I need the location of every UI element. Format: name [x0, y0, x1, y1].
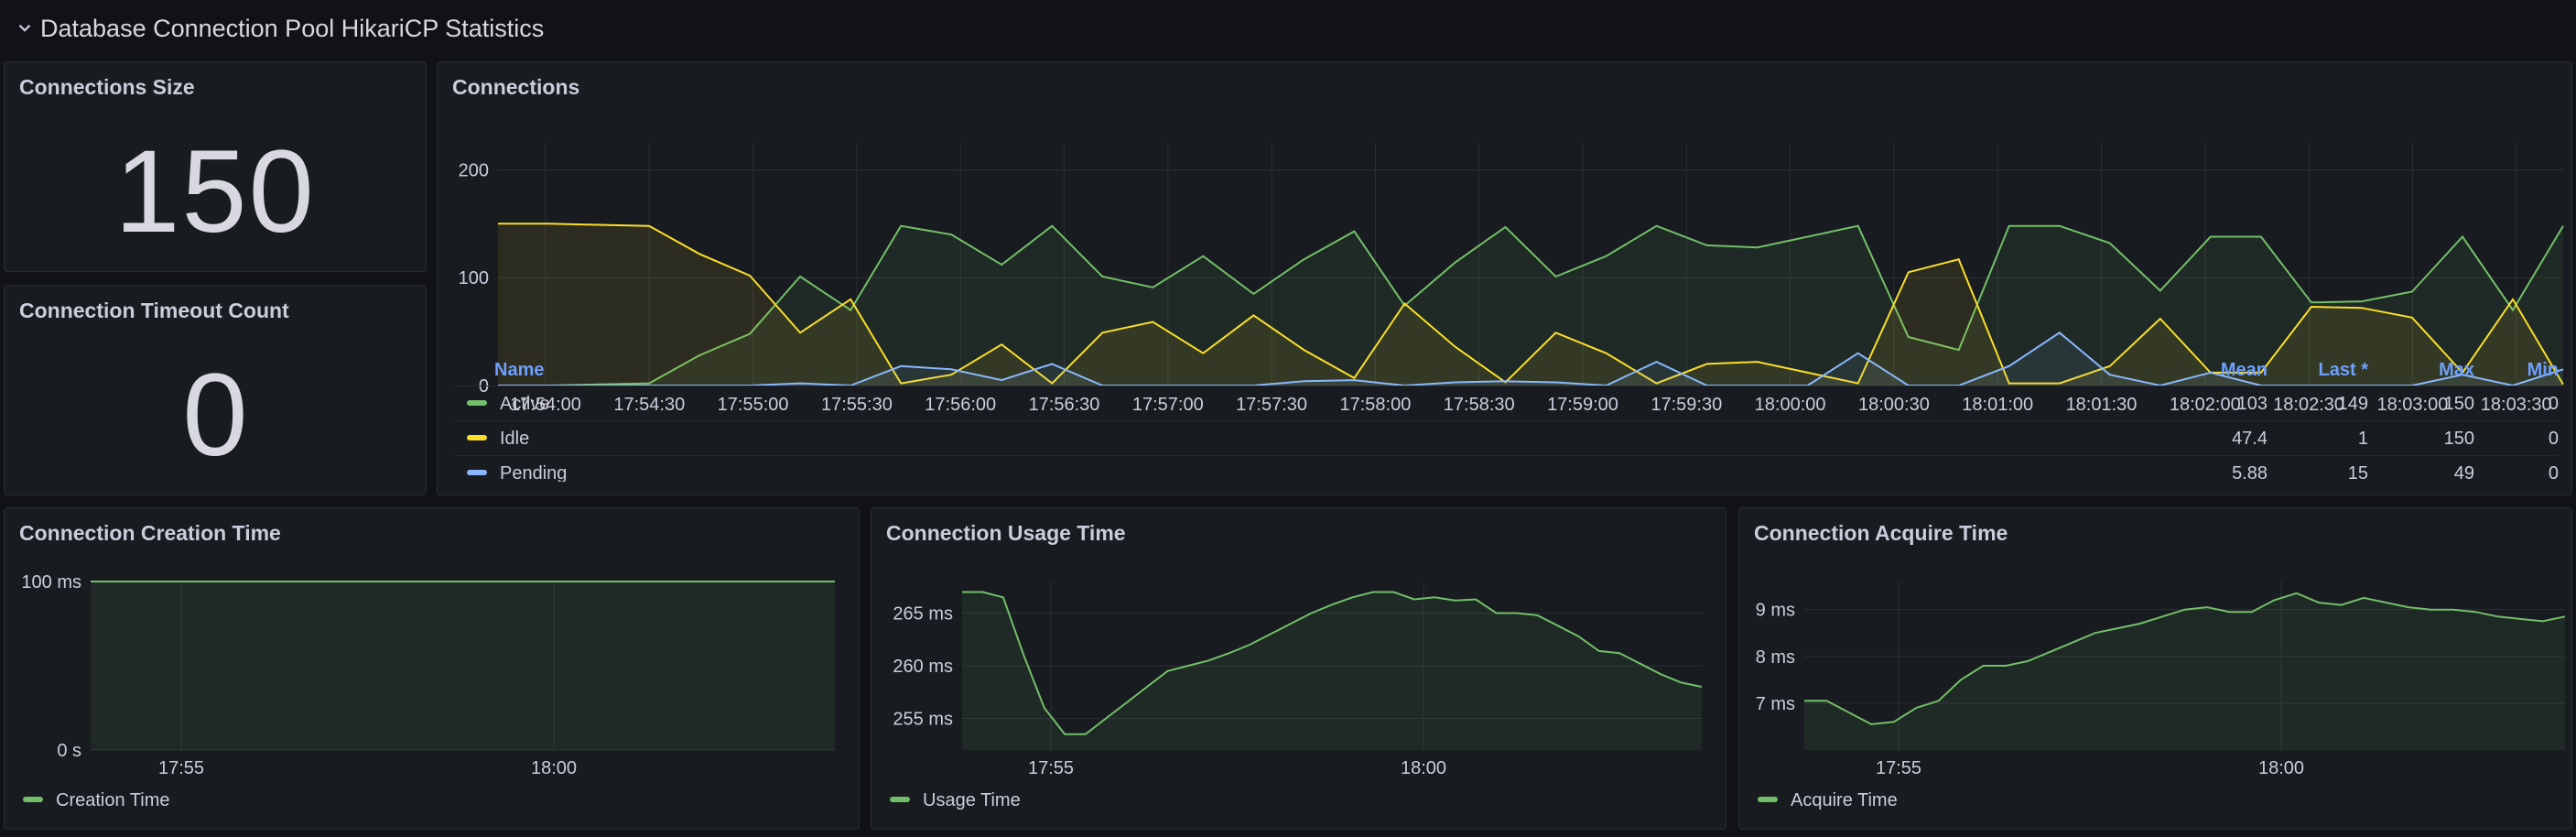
x-tick-label: 18:00	[1401, 758, 1446, 778]
y-tick-label: 100	[459, 268, 489, 288]
legend-row-active[interactable]: Active 103 149 150 0	[454, 386, 2559, 420]
timeout-count-panel[interactable]: Connection Timeout Count 0	[4, 285, 427, 495]
legend-mean: 103	[2236, 394, 2268, 414]
x-tick-label: 17:55	[1028, 758, 1074, 778]
legend-row-pending[interactable]: Pending 5.88 15 49 0	[454, 455, 2559, 482]
creation-time-chart: 0 s 100 ms 17:55 18:00	[21, 572, 835, 778]
legend-last: 1	[2357, 429, 2368, 449]
legend-header-max[interactable]: Max	[2439, 360, 2474, 381]
legend-max: 49	[2453, 463, 2474, 482]
y-tick-label: 200	[459, 160, 489, 180]
legend-min: 0	[2548, 429, 2559, 449]
legend-header-last[interactable]: Last *	[2319, 360, 2368, 381]
series-color-swatch	[1758, 796, 1778, 802]
stat-value: 150	[114, 126, 316, 257]
y-tick-label: 9 ms	[1756, 601, 1795, 621]
series-name: Acquire Time	[1791, 790, 1898, 810]
legend-header-mean[interactable]: Mean	[2221, 360, 2268, 381]
series-name: Usage Time	[923, 790, 1021, 810]
y-tick-label: 255 ms	[893, 710, 953, 730]
stat-value: 0	[182, 350, 248, 481]
panel-title: Connections Size	[19, 75, 195, 99]
series-area	[1804, 592, 2565, 750]
series-name: Active	[500, 394, 550, 414]
series-color-swatch	[890, 796, 910, 802]
x-tick-label: 18:00	[531, 758, 577, 778]
series-color-swatch	[467, 399, 487, 406]
legend-item[interactable]: Creation Time	[23, 790, 170, 811]
legend-min: 0	[2548, 394, 2559, 414]
legend-header-min[interactable]: Min	[2527, 360, 2559, 381]
x-tick-label: 18:00	[2258, 758, 2304, 778]
y-tick-label: 100 ms	[21, 572, 81, 592]
legend-row-idle[interactable]: Idle 47.4 1 150 0	[454, 420, 2559, 455]
series-name: Creation Time	[56, 790, 170, 810]
series-color-swatch	[467, 434, 487, 440]
legend-item[interactable]: Acquire Time	[1758, 790, 1898, 811]
usage-time-chart: 255 ms 260 ms 265 ms 17:55 18:00	[893, 582, 1703, 778]
legend-last: 149	[2337, 394, 2368, 414]
legend-max: 150	[2443, 429, 2474, 449]
series-color-swatch	[467, 469, 487, 475]
x-tick-label: 17:55	[158, 758, 204, 778]
legend-last: 15	[2347, 463, 2368, 482]
y-tick-label: 260 ms	[893, 657, 953, 677]
series-color-swatch	[23, 796, 43, 802]
panel-title: Connections	[452, 75, 580, 99]
acquire-time-panel[interactable]: Connection Acquire Time 7 ms 8 ms 9 ms 17:5…	[1738, 507, 2572, 830]
y-tick-label: 8 ms	[1756, 647, 1795, 668]
y-tick-label: 0 s	[57, 741, 81, 761]
series-area	[962, 592, 1702, 750]
chevron-down-icon[interactable]	[15, 18, 35, 38]
creation-time-panel[interactable]: Connection Creation Time 0 s 100 ms 17:55 1…	[4, 507, 860, 830]
row-title: Database Connection Pool HikariCP Statis…	[40, 14, 545, 42]
connections-size-panel[interactable]: Connections Size 150	[4, 61, 427, 272]
panel-title: Connection Timeout Count	[19, 299, 289, 322]
legend-min: 0	[2548, 463, 2559, 482]
legend-mean: 47.4	[2232, 429, 2268, 449]
legend-header: Name Mean Last * Max Min	[454, 358, 2559, 386]
connections-panel[interactable]: Connections 0 100 200 17:54:00 17:54:30 17:55…	[437, 61, 2572, 495]
row-header[interactable]: Database Connection Pool HikariCP Statis…	[0, 0, 2576, 57]
legend-mean: 5.88	[2232, 463, 2268, 482]
series-name: Idle	[500, 429, 530, 449]
legend-table: Name Mean Last * Max Min Active 103 149 …	[454, 358, 2559, 482]
legend-header-name[interactable]: Name	[494, 360, 544, 381]
y-tick-label: 265 ms	[893, 604, 953, 625]
acquire-time-chart: 7 ms 8 ms 9 ms 17:55 18:00	[1756, 582, 2566, 778]
legend-item[interactable]: Usage Time	[890, 790, 1021, 811]
x-tick-label: 17:55	[1876, 758, 1921, 778]
legend-max: 150	[2443, 394, 2474, 414]
y-tick-label: 7 ms	[1756, 694, 1795, 714]
usage-time-panel[interactable]: Connection Usage Time 255 ms 260 ms 265 ms…	[871, 507, 1726, 830]
series-name: Pending	[500, 463, 568, 482]
series-area	[91, 582, 835, 750]
